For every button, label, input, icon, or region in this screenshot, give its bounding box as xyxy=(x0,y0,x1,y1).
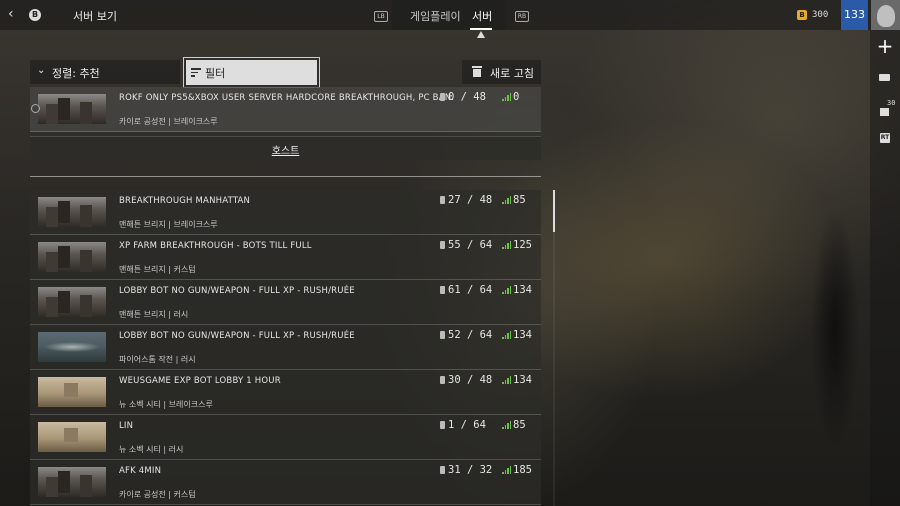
player-icon xyxy=(440,196,445,204)
lb-bumper-icon: LB xyxy=(374,11,388,22)
signal-icon xyxy=(502,466,512,474)
refresh-label: 새로 고침 xyxy=(490,67,534,80)
server-name: ROKF ONLY PS5&XBOX USER SERVER HARDCORE … xyxy=(119,93,455,103)
map-thumbnail xyxy=(38,377,106,407)
player-icon xyxy=(440,241,445,249)
ping: 134 xyxy=(502,329,532,341)
server-row[interactable]: LOBBY BOT NO GUN/WEAPON - FULL XP - RUSH… xyxy=(30,280,541,325)
player-count: 55 / 64 xyxy=(440,239,492,251)
sort-dropdown[interactable]: ⌄ 정렬: 추천 xyxy=(30,60,180,84)
player-count: 27 / 48 xyxy=(440,194,492,206)
ping: 185 xyxy=(502,464,532,476)
player-icon xyxy=(440,466,445,474)
hosted-server-row[interactable]: ROKF ONLY PS5&XBOX USER SERVER HARDCORE … xyxy=(30,87,541,132)
tab-servers[interactable]: 서버 xyxy=(472,8,492,24)
server-name: AFK 4MIN xyxy=(119,466,162,476)
ping: 85 xyxy=(502,419,526,431)
map-thumbnail xyxy=(38,287,106,317)
server-row[interactable]: AFK 4MIN 카이로 공성전 | 커스텀 31 / 32 185 xyxy=(30,460,541,505)
settings-gear-icon[interactable] xyxy=(31,104,40,113)
active-tab-underline xyxy=(470,28,492,30)
background-soldier-silhouette xyxy=(800,170,870,490)
map-thumbnail xyxy=(38,332,106,362)
server-name: LIN xyxy=(119,421,134,431)
ping: 85 xyxy=(502,194,526,206)
signal-icon xyxy=(502,241,512,249)
player-avatar[interactable] xyxy=(871,0,900,30)
player-count: 31 / 32 xyxy=(440,464,492,476)
player-icon xyxy=(440,286,445,294)
server-row[interactable]: XP FARM BREAKTHROUGH - BOTS TILL FULL 맨해… xyxy=(30,235,541,280)
signal-icon xyxy=(502,93,512,101)
currency-icon: B xyxy=(797,10,807,20)
player-count: 0 / 48 xyxy=(440,91,486,103)
refresh-button[interactable]: 새로 고침 xyxy=(462,60,541,84)
rt-trigger-icon: RT xyxy=(880,133,890,143)
trash-refresh-icon xyxy=(472,66,482,77)
ping: 0 xyxy=(502,91,519,103)
plus-icon[interactable]: + xyxy=(874,35,896,57)
map-thumbnail xyxy=(38,467,106,497)
server-name: WEUSGAME EXP BOT LOBBY 1 HOUR xyxy=(119,376,281,386)
mail-icon[interactable] xyxy=(874,66,896,88)
ping: 134 xyxy=(502,284,532,296)
filter-label: 필터 xyxy=(205,67,226,80)
signal-icon xyxy=(502,196,512,204)
server-map-mode: 카이로 공성전 | 커스텀 xyxy=(119,490,196,499)
server-row[interactable]: WEUSGAME EXP BOT LOBBY 1 HOUR 뉴 소벡 시티 | … xyxy=(30,370,541,415)
host-bar: 호스트 xyxy=(30,136,541,160)
server-map-mode: 뉴 소벡 시티 | 브레이크스루 xyxy=(119,400,213,409)
gift-count: 30 xyxy=(887,99,896,107)
ping: 125 xyxy=(502,239,532,251)
server-map-mode: 뉴 소벡 시티 | 러시 xyxy=(119,445,184,454)
player-count: 1 / 64 xyxy=(440,419,486,431)
signal-icon xyxy=(502,421,512,429)
server-name: LOBBY BOT NO GUN/WEAPON - FULL XP - RUSH… xyxy=(119,286,355,296)
tab-bar: 게임플레이 서버 xyxy=(392,0,506,30)
scroll-track xyxy=(553,190,555,506)
server-row[interactable]: LIN 뉴 소벡 시티 | 러시 1 / 64 85 xyxy=(30,415,541,460)
server-name: XP FARM BREAKTHROUGH - BOTS TILL FULL xyxy=(119,241,312,251)
server-map-mode: 맨해튼 브리지 | 브레이크스루 xyxy=(119,220,218,229)
player-icon xyxy=(440,421,445,429)
server-map-mode: 카이로 공성전 | 브레이크스루 xyxy=(119,117,218,126)
server-map-mode: 파이어스톰 작전 | 러시 xyxy=(119,355,196,364)
server-name: LOBBY BOT NO GUN/WEAPON - FULL XP - RUSH… xyxy=(119,331,355,341)
section-divider xyxy=(30,176,541,177)
player-icon xyxy=(440,331,445,339)
currency-value: 300 xyxy=(812,10,829,20)
rb-bumper-icon: RB xyxy=(515,11,529,22)
sort-label: 정렬: 추천 xyxy=(52,67,100,80)
active-tab-indicator-icon xyxy=(477,31,485,38)
map-thumbnail xyxy=(38,94,106,124)
ping: 134 xyxy=(502,374,532,386)
server-name: BREAKTHROUGH MANHATTAN xyxy=(119,196,251,206)
right-sidebar: + xyxy=(870,30,900,506)
page-title: 서버 보기 xyxy=(73,10,117,23)
b-button-icon: B xyxy=(29,9,41,21)
filter-icon xyxy=(191,68,201,77)
back-arrow-icon[interactable]: ‹ xyxy=(8,7,22,21)
level-badge[interactable]: 133 xyxy=(841,0,868,30)
filter-button[interactable]: 필터 xyxy=(183,57,320,88)
host-button[interactable]: 호스트 xyxy=(30,142,541,157)
player-count: 30 / 48 xyxy=(440,374,492,386)
map-thumbnail xyxy=(38,422,106,452)
server-row[interactable]: BREAKTHROUGH MANHATTAN 맨해튼 브리지 | 브레이크스루 … xyxy=(30,190,541,235)
player-icon xyxy=(440,93,445,101)
map-thumbnail xyxy=(38,197,106,227)
player-count: 52 / 64 xyxy=(440,329,492,341)
signal-icon xyxy=(502,286,512,294)
map-thumbnail xyxy=(38,242,106,272)
chevron-down-icon: ⌄ xyxy=(37,65,46,76)
server-row[interactable]: LOBBY BOT NO GUN/WEAPON - FULL XP - RUSH… xyxy=(30,325,541,370)
server-map-mode: 맨해튼 브리지 | 커스텀 xyxy=(119,265,196,274)
tab-gameplay[interactable]: 게임플레이 xyxy=(410,8,461,24)
scrollbar-thumb[interactable] xyxy=(553,190,555,232)
server-map-mode: 맨해튼 브리지 | 러시 xyxy=(119,310,189,319)
signal-icon xyxy=(502,376,512,384)
signal-icon xyxy=(502,331,512,339)
player-icon xyxy=(440,376,445,384)
player-count: 61 / 64 xyxy=(440,284,492,296)
